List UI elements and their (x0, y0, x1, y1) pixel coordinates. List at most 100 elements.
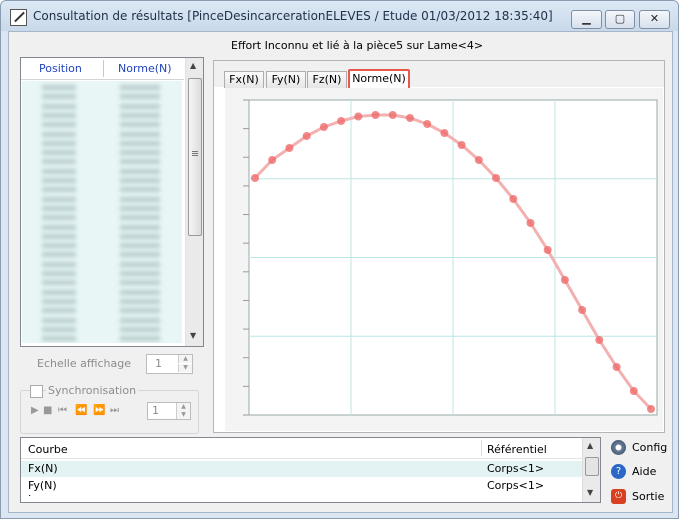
list-row[interactable] (22, 159, 182, 168)
list-row[interactable] (22, 336, 182, 343)
table-row-partial[interactable]: F (21, 495, 582, 502)
minimize-button[interactable]: ▁ (571, 10, 602, 29)
list-row[interactable] (22, 196, 182, 206)
next-icon[interactable]: ⏩ (93, 405, 105, 416)
prev-icon[interactable]: ⏪ (75, 405, 87, 416)
maximize-button[interactable]: ▢ (605, 10, 635, 29)
data-point (629, 387, 638, 395)
data-point (423, 120, 432, 128)
data-point (285, 144, 294, 152)
sync-label: Synchronisation (46, 384, 139, 397)
help-icon: ? (611, 464, 626, 479)
list-row[interactable] (22, 215, 182, 224)
list-row[interactable] (22, 280, 182, 289)
sync-checkbox[interactable] (30, 385, 43, 398)
list-row[interactable] (22, 140, 182, 150)
curves-table[interactable]: Courbe Référentiel Fx(N) Corps<1> Fy(N) … (20, 437, 601, 503)
close-button[interactable]: ✕ (639, 10, 670, 29)
play-icon[interactable]: ▶ (31, 405, 39, 416)
list-row[interactable] (22, 326, 182, 336)
step-stepper[interactable]: 1 ▲ ▼ (147, 402, 191, 420)
curves-scroll-thumb[interactable] (585, 457, 599, 476)
column-header-position[interactable]: Position (39, 62, 82, 75)
step-down-icon[interactable]: ▼ (176, 411, 190, 419)
data-point (302, 132, 311, 140)
scroll-up-icon[interactable]: ▲ (190, 61, 196, 70)
column-header-curve[interactable]: Courbe (28, 443, 68, 456)
scale-label: Echelle affichage (37, 357, 131, 370)
list-rows[interactable] (22, 81, 182, 343)
norm-chart (225, 88, 663, 431)
data-point (492, 174, 500, 182)
title-bar[interactable]: Consultation de résultats [PinceDesincar… (1, 1, 678, 31)
curve-ref: Corps<1> (487, 462, 545, 475)
curves-scroll-up-icon[interactable]: ▲ (587, 441, 593, 450)
data-point (406, 114, 414, 122)
list-row[interactable] (22, 308, 182, 317)
data-point (474, 156, 483, 164)
data-point (354, 112, 363, 121)
scale-stepper[interactable]: 1 ▲ ▼ (146, 354, 193, 374)
list-row[interactable] (22, 187, 182, 196)
column-header-norm[interactable]: Norme(N) (118, 62, 172, 75)
tab-fx[interactable]: Fx(N) (224, 71, 264, 88)
stop-icon[interactable]: ■ (43, 405, 52, 416)
curve-name: Fx(N) (28, 462, 58, 475)
table-row[interactable]: Fx(N) Corps<1> (21, 461, 582, 477)
list-row[interactable] (22, 289, 182, 299)
exit-label: Sortie (632, 490, 665, 503)
data-point (388, 111, 397, 119)
list-row[interactable] (22, 317, 182, 327)
curve-ref: Corps<1> (487, 479, 545, 492)
list-row[interactable] (22, 243, 182, 252)
curves-header: Courbe Référentiel (21, 438, 582, 459)
data-point (337, 117, 346, 125)
list-row[interactable] (22, 131, 182, 141)
list-row[interactable] (22, 122, 182, 131)
list-row[interactable] (22, 261, 182, 271)
list-scrollbar[interactable]: ▲ ▼ (185, 58, 203, 346)
scroll-down-icon[interactable]: ▼ (190, 331, 196, 340)
tab-fy[interactable]: Fy(N) (266, 71, 306, 88)
curves-scrollbar[interactable]: ▲ ▼ (582, 438, 600, 502)
list-row[interactable] (22, 252, 182, 261)
tab-fz[interactable]: Fz(N) (307, 71, 347, 88)
list-row[interactable] (22, 150, 182, 159)
last-icon[interactable]: ⏭ (110, 405, 119, 416)
step-up-icon[interactable]: ▲ (176, 403, 190, 411)
step-value[interactable]: 1 (152, 404, 159, 417)
list-row[interactable] (22, 224, 182, 234)
data-point (268, 156, 277, 164)
list-row[interactable] (22, 85, 182, 94)
list-row[interactable] (22, 298, 182, 308)
list-header: Position Norme(N) (21, 58, 184, 80)
results-window: Consultation de résultats [PinceDesincar… (0, 0, 679, 519)
scale-value[interactable]: 1 (155, 357, 162, 370)
data-point (319, 123, 328, 131)
list-row[interactable] (22, 205, 182, 215)
list-row[interactable] (22, 103, 182, 113)
data-point (647, 405, 655, 413)
list-row[interactable] (22, 178, 182, 187)
data-point (371, 111, 380, 119)
list-row[interactable] (22, 112, 182, 122)
list-row[interactable] (22, 271, 182, 280)
data-point (595, 336, 604, 344)
list-row[interactable] (22, 94, 182, 103)
curves-scroll-down-icon[interactable]: ▼ (587, 488, 593, 497)
chart-panel: Fx(N) Fy(N) Fz(N) Norme(N) (213, 60, 665, 433)
config-label: Config (632, 441, 668, 454)
first-icon[interactable]: ⏮ (58, 405, 67, 416)
spin-down-icon[interactable]: ▼ (178, 364, 192, 372)
position-list[interactable]: Position Norme(N) ▲ ▼ (20, 57, 204, 347)
table-row[interactable]: Fy(N) Corps<1> (21, 478, 582, 494)
client-area: Position Norme(N) ▲ ▼ Echelle affichage … (8, 31, 673, 513)
spin-up-icon[interactable]: ▲ (178, 355, 192, 363)
curve-name: Fy(N) (28, 479, 57, 492)
column-header-ref[interactable]: Référentiel (487, 443, 547, 456)
list-row[interactable] (22, 233, 182, 243)
data-point (560, 276, 569, 284)
scroll-thumb[interactable] (188, 78, 202, 236)
window-title: Consultation de résultats [PinceDesincar… (33, 9, 553, 23)
list-row[interactable] (22, 168, 182, 178)
